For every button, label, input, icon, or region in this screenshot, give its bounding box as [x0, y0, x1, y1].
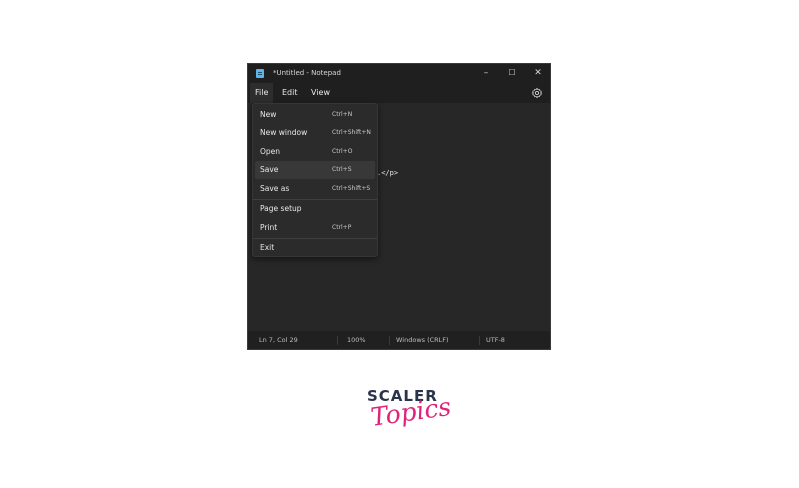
scaler-topics-logo: SCALER Topics: [366, 387, 453, 449]
menu-item-shortcut: Ctrl+S: [332, 166, 352, 173]
minimize-button[interactable]: –: [479, 67, 493, 79]
file-menu-item-save[interactable]: Save Ctrl+S: [255, 161, 375, 179]
maximize-button[interactable]: ☐: [505, 67, 519, 79]
file-menu-item-print[interactable]: Print Ctrl+P: [255, 219, 375, 237]
status-divider: [337, 336, 338, 345]
file-menu-item-save-as[interactable]: Save as Ctrl+Shift+S: [255, 180, 375, 198]
menu-bar: File Edit View: [248, 83, 550, 103]
menu-item-shortcut: Ctrl+P: [332, 224, 352, 231]
file-menu-item-exit[interactable]: Exit: [255, 239, 375, 257]
menu-item-label: New: [260, 110, 277, 119]
status-zoom[interactable]: 100%: [347, 331, 366, 349]
menu-item-label: New window: [260, 128, 308, 137]
editor-visible-text: .</p>: [377, 169, 399, 177]
window-title: *Untitled - Notepad: [273, 69, 341, 77]
notepad-app-icon: [256, 69, 264, 78]
menu-item-label: Print: [260, 223, 278, 232]
menu-file[interactable]: File: [250, 83, 274, 103]
menu-view[interactable]: View: [306, 83, 335, 103]
file-menu-item-new-window[interactable]: New window Ctrl+Shift+N: [255, 124, 375, 142]
menu-item-label: Save as: [260, 184, 290, 193]
status-divider: [389, 336, 390, 345]
file-menu-item-page-setup[interactable]: Page setup: [255, 200, 375, 218]
notepad-window: *Untitled - Notepad – ☐ ✕ File Edit View…: [247, 63, 551, 350]
menu-item-shortcut: Ctrl+Shift+N: [332, 129, 371, 136]
menu-edit[interactable]: Edit: [277, 83, 303, 103]
file-menu-dropdown: New Ctrl+N New window Ctrl+Shift+N Open …: [252, 103, 378, 257]
status-encoding: UTF-8: [486, 336, 505, 344]
settings-gear-icon[interactable]: [531, 87, 543, 99]
status-divider: [479, 336, 480, 345]
title-bar[interactable]: *Untitled - Notepad – ☐ ✕: [248, 64, 550, 83]
menu-item-label: Save: [260, 165, 279, 174]
status-line-ending: Windows (CRLF): [396, 336, 449, 344]
status-cursor-position: Ln 7, Col 29: [259, 336, 298, 344]
file-menu-item-new[interactable]: New Ctrl+N: [255, 106, 375, 124]
menu-item-shortcut: Ctrl+Shift+S: [332, 185, 371, 192]
close-button[interactable]: ✕: [531, 67, 545, 79]
menu-item-label: Exit: [260, 243, 275, 252]
menu-item-shortcut: Ctrl+N: [332, 111, 353, 118]
status-bar: Ln 7, Col 29 100% Windows (CRLF) UTF-8: [248, 331, 550, 349]
file-menu-item-open[interactable]: Open Ctrl+O: [255, 143, 375, 161]
menu-item-label: Page setup: [260, 204, 302, 213]
menu-item-label: Open: [260, 147, 281, 156]
menu-item-shortcut: Ctrl+O: [332, 148, 353, 155]
